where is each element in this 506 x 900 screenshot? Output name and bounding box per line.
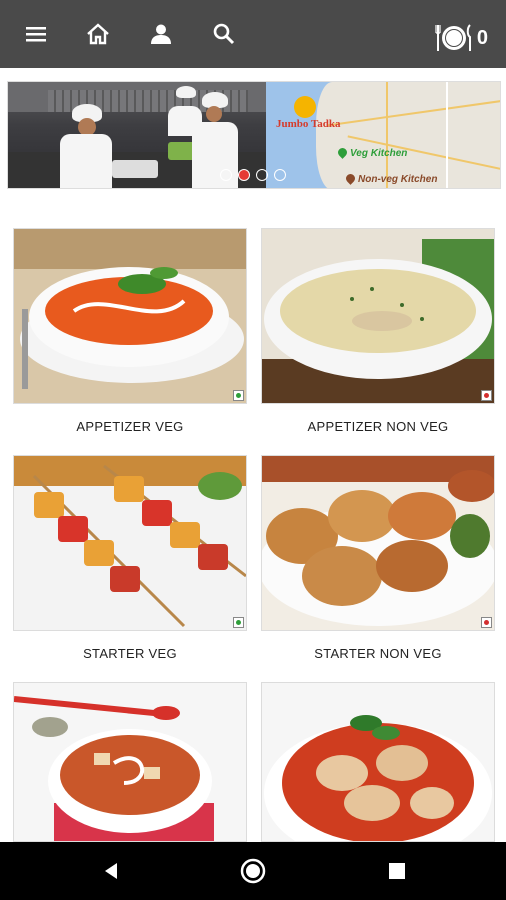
- app-screen: 0 Jumbo Tadka Veg Kitchen Non-veg Kitche…: [0, 0, 506, 900]
- location-map: Jumbo Tadka Veg Kitchen Non-veg Kitchen: [266, 82, 500, 188]
- appetizer-non-veg-image: [262, 229, 494, 403]
- category-card-appetizer-veg[interactable]: [13, 228, 247, 404]
- home-circle-icon[interactable]: [238, 856, 268, 886]
- cart-icon: [435, 24, 471, 51]
- cart-button[interactable]: 0: [435, 20, 488, 56]
- veg-badge-icon: [233, 390, 244, 401]
- non-veg-badge-icon: [481, 390, 492, 401]
- category-card-main-non-veg[interactable]: [261, 682, 495, 842]
- category-card-starter-veg[interactable]: [13, 455, 247, 631]
- category-card-main-veg[interactable]: [13, 682, 247, 842]
- carousel-dot[interactable]: [256, 169, 268, 181]
- carousel-dot[interactable]: [220, 169, 232, 181]
- category-label: APPETIZER NON VEG: [307, 419, 449, 434]
- category-card-starter-non-veg[interactable]: [261, 455, 495, 631]
- carousel-indicator: [220, 169, 286, 181]
- carousel-dot-active[interactable]: [238, 169, 250, 181]
- back-icon[interactable]: [96, 856, 126, 886]
- veg-badge-icon: [233, 617, 244, 628]
- brand-logo: [294, 96, 316, 118]
- starter-veg-image: [14, 456, 246, 630]
- cart-count: 0: [476, 26, 488, 49]
- system-nav-bar: [0, 842, 506, 900]
- appetizer-veg-image: [14, 229, 246, 403]
- recents-icon[interactable]: [382, 856, 412, 886]
- non-veg-badge-icon: [481, 617, 492, 628]
- category-label: STARTER VEG: [83, 646, 177, 661]
- veg-kitchen-label: Veg Kitchen: [350, 148, 408, 159]
- top-app-bar: 0: [0, 0, 506, 68]
- profile-icon[interactable]: [141, 14, 181, 54]
- category-label: STARTER NON VEG: [314, 646, 442, 661]
- brand-name: Jumbo Tadka: [276, 118, 341, 130]
- main-non-veg-image: [262, 683, 494, 841]
- category-label: APPETIZER VEG: [76, 419, 184, 434]
- main-veg-image: [14, 683, 246, 841]
- nonveg-kitchen-label: Non-veg Kitchen: [358, 174, 438, 185]
- home-icon[interactable]: [78, 14, 118, 54]
- carousel-dot[interactable]: [274, 169, 286, 181]
- category-card-appetizer-non-veg[interactable]: [261, 228, 495, 404]
- search-icon[interactable]: [204, 14, 244, 54]
- banner-carousel[interactable]: Jumbo Tadka Veg Kitchen Non-veg Kitchen: [7, 81, 501, 189]
- starter-non-veg-image: [262, 456, 494, 630]
- menu-icon[interactable]: [16, 14, 56, 54]
